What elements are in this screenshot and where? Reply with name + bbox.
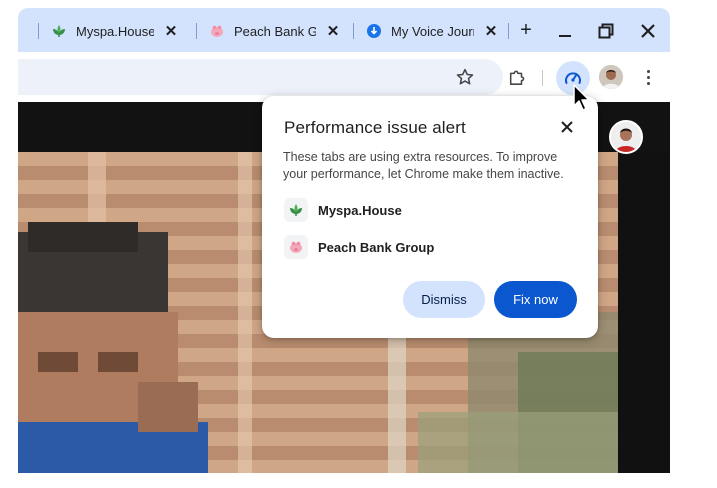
mouse-cursor-icon	[573, 84, 590, 111]
close-window-icon[interactable]	[637, 18, 659, 44]
dialog-description: These tabs are using extra resources. To…	[283, 150, 564, 181]
video-side-panel	[618, 152, 670, 473]
screenshot-stage: Myspa.House ✕ Peach Bank Gr ✕ My Voice J…	[0, 0, 717, 488]
leaf-icon	[284, 198, 308, 222]
close-tab-icon[interactable]: ✕	[326, 22, 340, 40]
fix-now-button[interactable]: Fix now	[494, 281, 577, 318]
minimize-icon[interactable]	[554, 18, 576, 44]
profile-avatar[interactable]	[599, 65, 623, 89]
toolbar-separator	[542, 70, 543, 86]
extensions-icon[interactable]	[505, 65, 529, 89]
participant-avatar[interactable]	[609, 120, 643, 154]
restore-icon[interactable]	[595, 18, 617, 44]
tab-separator	[38, 23, 39, 39]
tab-title: My Voice Jourr	[391, 23, 474, 39]
tab-separator	[353, 23, 354, 39]
affected-tab-label: Peach Bank Group	[318, 239, 435, 255]
tab-myspa-house[interactable]: Myspa.House ✕	[38, 18, 178, 44]
leaf-icon	[51, 23, 67, 39]
tab-separator	[196, 23, 197, 39]
dialog-title: Performance issue alert	[284, 118, 466, 137]
piggy-bank-icon	[209, 23, 225, 39]
affected-tab-item: Myspa.House	[284, 198, 402, 222]
close-tab-icon[interactable]: ✕	[484, 22, 498, 40]
address-bar[interactable]	[18, 59, 503, 95]
tab-title: Myspa.House	[76, 23, 154, 39]
affected-tab-label: Myspa.House	[318, 202, 402, 218]
affected-tab-item: Peach Bank Group	[284, 235, 434, 259]
tab-title: Peach Bank Gr	[234, 23, 316, 39]
more-menu-icon[interactable]	[640, 65, 656, 89]
tab-my-voice-journey[interactable]: My Voice Jourr ✕	[353, 18, 498, 44]
close-tab-icon[interactable]: ✕	[164, 22, 178, 40]
close-icon[interactable]	[556, 116, 578, 138]
tab-separator	[508, 23, 509, 39]
tab-strip: Myspa.House ✕ Peach Bank Gr ✕ My Voice J…	[18, 8, 670, 52]
star-icon[interactable]	[453, 65, 477, 89]
tab-peach-bank[interactable]: Peach Bank Gr ✕	[196, 18, 340, 44]
piggy-bank-icon	[284, 235, 308, 259]
new-tab-button[interactable]: +	[516, 18, 536, 42]
dismiss-button[interactable]: Dismiss	[403, 281, 485, 318]
performance-alert-dialog: Performance issue alert These tabs are u…	[262, 96, 598, 338]
download-icon	[366, 23, 382, 39]
